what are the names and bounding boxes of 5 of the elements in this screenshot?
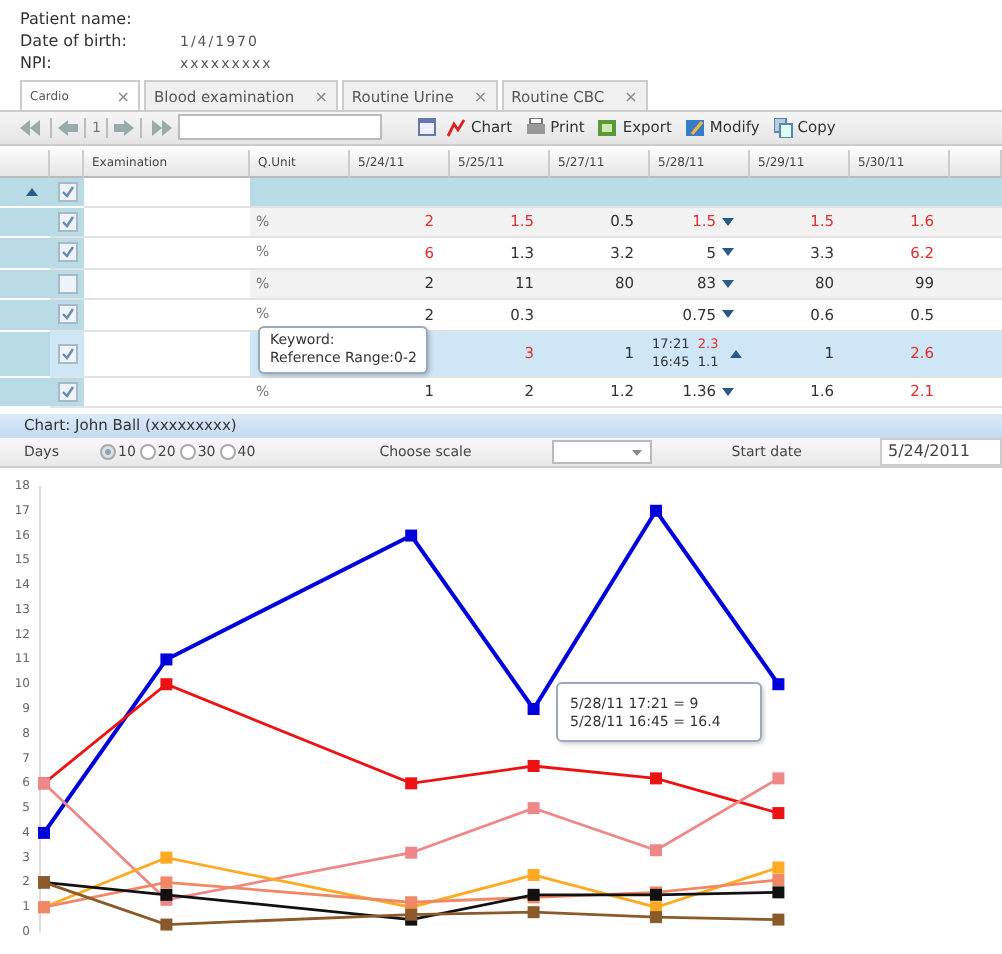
close-icon[interactable]: ×	[116, 87, 130, 105]
field-label: Date of birth:	[20, 32, 129, 52]
field-label: Patient name:	[20, 10, 134, 30]
field-label: NPI:	[20, 54, 54, 74]
start-date-field[interactable]: 5/24/2011	[880, 438, 1002, 466]
